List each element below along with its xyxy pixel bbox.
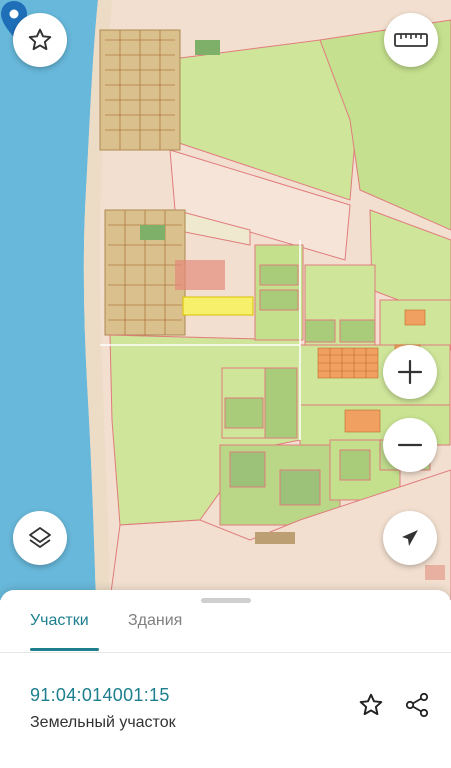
star-outline-icon [28,28,52,51]
locate-button[interactable] [383,511,437,565]
favorite-map-button[interactable] [13,13,67,67]
layers-icon [29,527,51,548]
favorite-parcel-button[interactable] [356,690,386,720]
ruler-button[interactable] [384,13,438,67]
navigation-arrow-icon [402,530,418,546]
map-view[interactable] [0,0,451,600]
map-canvas[interactable] [0,0,451,600]
sheet-drag-handle[interactable] [201,598,251,603]
parcel-type: Земельный участок [30,714,176,731]
selected-parcel [182,296,254,316]
star-outline-icon [359,693,383,716]
cadastral-number[interactable]: 91:04:014001:15 [30,685,170,706]
sea-area [0,0,98,600]
active-tab-indicator [30,648,99,651]
share-button[interactable] [402,690,432,720]
share-icon [405,692,429,718]
zoom-out-button[interactable] [383,418,437,472]
minus-icon [397,443,423,447]
bottom-sheet: Участки Здания 91:04:014001:15 Земельный… [0,590,451,768]
tab-bar: Участки Здания [0,608,451,653]
tab-parcels[interactable]: Участки [30,608,89,652]
plus-icon [397,359,423,385]
layers-button[interactable] [13,511,67,565]
tab-buildings[interactable]: Здания [128,608,182,652]
zoom-in-button[interactable] [383,345,437,399]
ruler-icon [394,33,428,47]
